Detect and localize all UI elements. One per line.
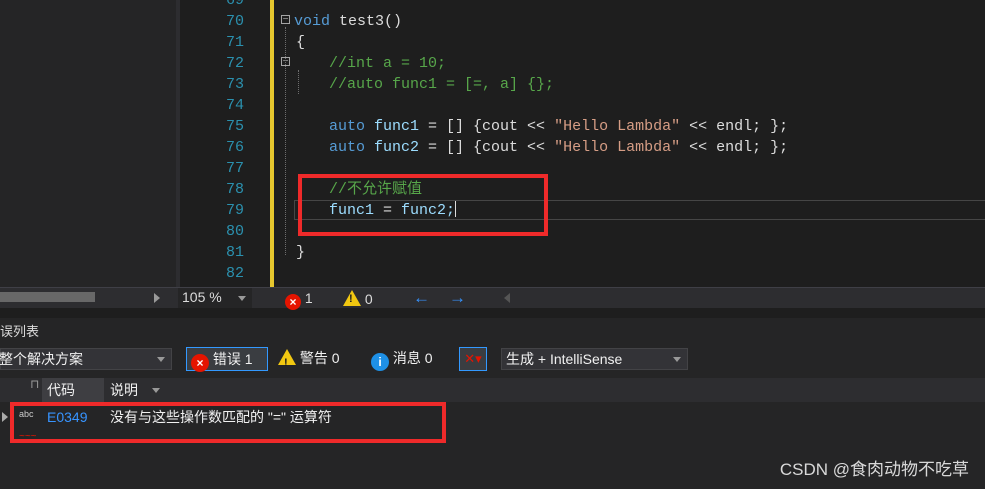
line-number: 74 (225, 97, 244, 114)
line-number: 80 (225, 223, 244, 240)
chevron-down-icon (238, 296, 246, 301)
column-header-code[interactable]: 代码 (42, 378, 104, 402)
error-count-indicator[interactable]: × 1 (285, 290, 313, 310)
code-text: << endl; }; (680, 139, 789, 156)
horizontal-scrollbar-thumb[interactable] (0, 292, 95, 302)
line-number: 71 (225, 34, 244, 51)
line-number: 81 (225, 244, 244, 261)
string-literal: "Hello Lambda" (554, 118, 681, 135)
line-number: 78 (225, 181, 244, 198)
line-number: 82 (225, 265, 244, 282)
code-editor[interactable]: 69 70 71 72 73 74 75 76 77 78 79 80 81 8… (180, 0, 985, 287)
zoom-value: 105 % (182, 289, 222, 305)
messages-filter-button[interactable]: i 消息 0 (371, 347, 449, 371)
left-tool-window (0, 0, 176, 287)
variable: func2 (365, 139, 420, 156)
fold-collapse-icon[interactable]: − (281, 15, 290, 25)
error-list-toolbar: 整个解决方案 × 错误 1 ! 警告 0 i 消息 0 ✕▾ 生成 + Inte… (0, 345, 985, 375)
line-number-gutter: 69 70 71 72 73 74 75 76 77 78 79 80 81 8… (180, 0, 250, 287)
code-line-71: { (296, 34, 306, 51)
code-text: = [] {cout << (419, 139, 555, 156)
code-text: = [] {cout << (419, 118, 555, 135)
scope-guide (298, 70, 299, 94)
column-header-description[interactable]: 说明 (110, 378, 138, 402)
code-line-70: void test3() (294, 11, 402, 32)
navigate-forward-icon[interactable]: → (449, 288, 466, 308)
annotation-box-code (298, 174, 548, 236)
line-number: 72 (225, 55, 244, 72)
chevron-down-icon (157, 357, 165, 362)
errors-filter-label: 错误 1 (212, 351, 253, 367)
chevron-down-icon[interactable] (152, 388, 160, 393)
scroll-left-icon[interactable] (504, 293, 510, 303)
pin-icon[interactable]: ⊓ (30, 372, 39, 396)
keyword: auto (329, 139, 366, 156)
chevron-down-icon (673, 357, 681, 362)
code-line-75: auto func1 = [] {cout << "Hello Lambda" … (329, 116, 788, 137)
error-count: 1 (304, 290, 313, 306)
line-number: 77 (225, 160, 244, 177)
error-icon: × (285, 294, 301, 310)
filter-icon[interactable]: ✕▾ (459, 347, 487, 371)
error-icon: × (191, 354, 209, 372)
messages-filter-label: 消息 0 (392, 350, 433, 366)
keyword: auto (329, 118, 366, 135)
watermark: CSDN @食肉动物不吃草 (779, 460, 969, 479)
string-literal: "Hello Lambda" (554, 139, 681, 156)
code-line-73: //auto func1 = [=, a] {}; (329, 76, 555, 93)
line-number: 69 (225, 0, 244, 9)
line-number: 79 (225, 202, 244, 219)
function-name: test3() (330, 13, 403, 30)
code-line-76: auto func2 = [] {cout << "Hello Lambda" … (329, 137, 788, 158)
scope-value: 整个解决方案 (0, 351, 83, 367)
line-number: 75 (225, 118, 244, 135)
zoom-dropdown[interactable]: 105 % (178, 288, 252, 308)
warning-icon: ! (343, 290, 361, 306)
variable: func1 (365, 118, 420, 135)
line-number: 73 (225, 76, 244, 93)
errors-filter-button[interactable]: × 错误 1 (186, 347, 268, 372)
expand-row-icon[interactable] (2, 412, 8, 422)
warning-count: 0 (364, 291, 373, 307)
info-icon: i (371, 353, 389, 371)
warning-icon: ! (278, 349, 296, 369)
warnings-filter-button[interactable]: ! 警告 0 (278, 347, 358, 371)
line-number: 76 (225, 139, 244, 156)
error-grid-header: ⊓ 代码 说明 (0, 377, 985, 402)
navigate-back-icon[interactable]: ← (413, 288, 430, 308)
scroll-right-icon[interactable] (154, 293, 160, 303)
code-text: << endl; }; (680, 118, 789, 135)
keyword: void (294, 13, 331, 30)
code-line-72: //int a = 10; (329, 55, 447, 72)
scope-dropdown[interactable]: 整个解决方案 (0, 348, 172, 370)
panel-title: 误列表 (0, 324, 40, 339)
code-line-81: } (296, 244, 306, 261)
source-dropdown[interactable]: 生成 + IntelliSense (501, 348, 688, 370)
editor-status-bar: 105 % × 1 ! 0 ← → (0, 287, 985, 310)
source-value: 生成 + IntelliSense (506, 351, 623, 367)
line-number: 70 (225, 13, 244, 30)
scope-guide (285, 27, 286, 255)
warning-count-indicator[interactable]: ! 0 (343, 290, 373, 307)
annotation-box-error (10, 402, 446, 443)
warnings-filter-label: 警告 0 (299, 350, 340, 366)
change-tracking-bar (270, 0, 274, 287)
